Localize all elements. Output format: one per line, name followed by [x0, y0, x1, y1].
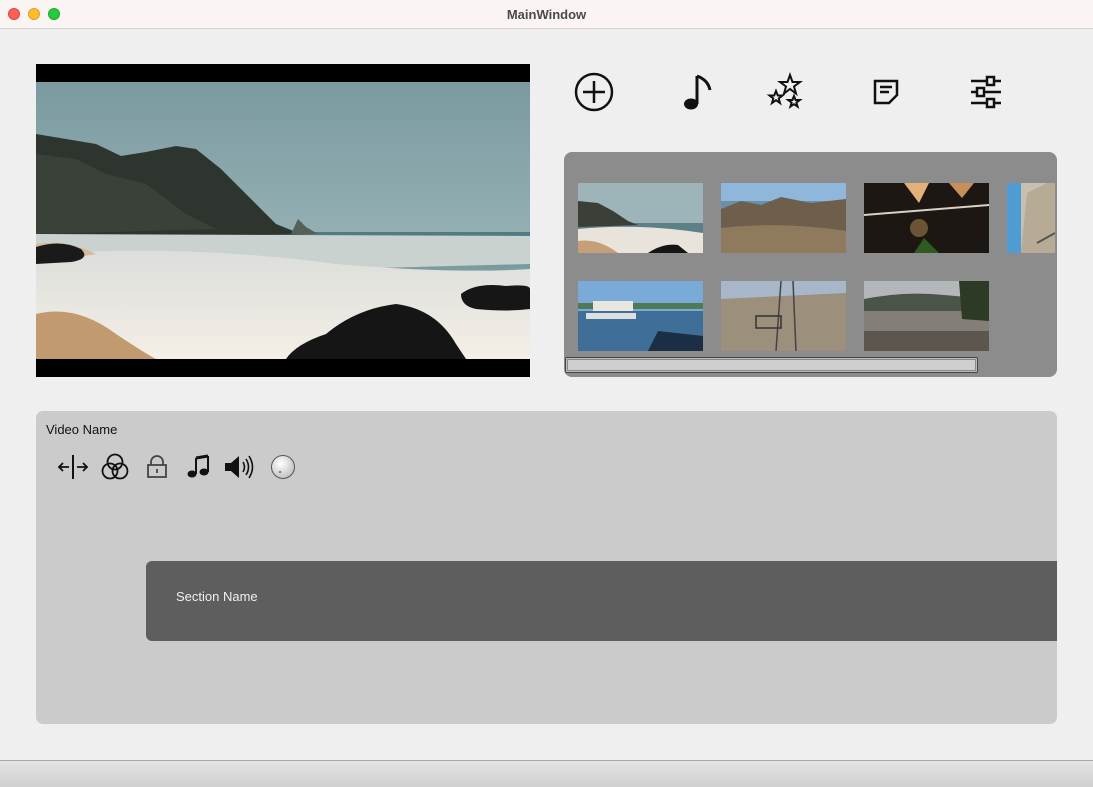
clip-thumbnail[interactable]: [864, 281, 989, 351]
window-title: MainWindow: [506, 7, 587, 22]
clip-thumbnail[interactable]: [578, 183, 703, 253]
add-media-button[interactable]: [572, 72, 616, 116]
title-bar: MainWindow: [0, 0, 1093, 29]
effects-button[interactable]: [764, 71, 808, 117]
split-button[interactable]: [57, 453, 89, 486]
text-button[interactable]: [864, 72, 908, 116]
volume-icon: [223, 453, 257, 486]
scrollbar-thumb[interactable]: [567, 359, 976, 371]
preview-frame-image: [36, 82, 530, 359]
sliders-icon: [969, 74, 1003, 115]
text-note-icon: [871, 77, 901, 112]
music-note-icon: [185, 454, 211, 485]
color-button[interactable]: [99, 453, 131, 483]
speed-dial-button[interactable]: [267, 454, 299, 485]
video-preview[interactable]: [36, 64, 530, 377]
clip-thumbnail[interactable]: [578, 281, 703, 351]
section-name-label: Section Name: [176, 589, 258, 604]
clip-thumbnail[interactable]: [721, 183, 846, 253]
clip-thumbnail[interactable]: [1007, 183, 1055, 253]
library-scrollbar[interactable]: [565, 357, 978, 373]
lock-button[interactable]: [141, 454, 173, 485]
clip-thumbnail[interactable]: [864, 183, 989, 253]
adjust-button[interactable]: [964, 72, 1008, 116]
timeline-section[interactable]: Section Name: [146, 561, 1057, 641]
music-button[interactable]: [674, 72, 718, 116]
timeline-panel[interactable]: Video Name Section Name: [36, 411, 1057, 724]
status-bar: [0, 760, 1093, 787]
color-circles-icon: [100, 452, 130, 487]
clip-thumbnail[interactable]: [721, 281, 846, 351]
volume-button[interactable]: [224, 455, 256, 483]
video-name-label: Video Name: [46, 422, 118, 437]
music-note-icon: [678, 72, 714, 117]
add-icon: [574, 72, 614, 117]
music-track-button[interactable]: [182, 454, 214, 485]
lock-icon: [145, 454, 169, 485]
dial-icon: [270, 454, 296, 485]
media-library[interactable]: [564, 152, 1057, 377]
split-icon: [57, 453, 89, 486]
stars-effects-icon: [766, 71, 806, 117]
